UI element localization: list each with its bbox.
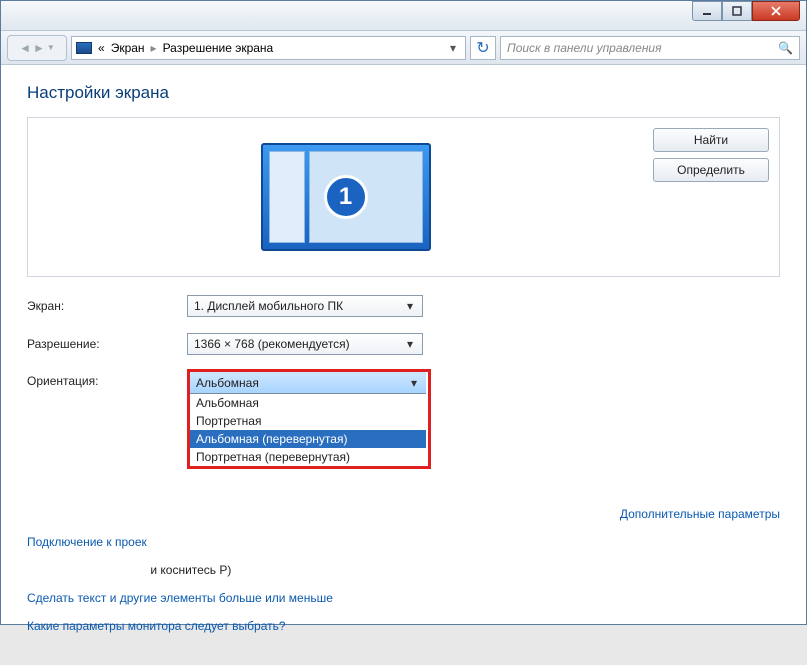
- row-orientation: Ориентация: Альбомная ▾ Альбомная Портре…: [27, 371, 780, 491]
- advanced-settings-link[interactable]: Дополнительные параметры: [620, 507, 780, 521]
- search-input[interactable]: Поиск в панели управления 🔍: [500, 36, 800, 60]
- textsize-link[interactable]: Сделать текст и другие элементы больше и…: [27, 591, 780, 605]
- breadcrumb-root[interactable]: Экран: [111, 41, 145, 55]
- panel-buttons: Найти Определить: [653, 128, 769, 182]
- breadcrumb-current[interactable]: Разрешение экрана: [163, 41, 274, 55]
- row-screen: Экран: 1. Дисплей мобильного ПК ▾: [27, 295, 780, 317]
- resolution-label: Разрешение:: [27, 337, 187, 351]
- row-resolution: Разрешение: 1366 × 768 (рекомендуется) ▾: [27, 333, 780, 355]
- address-dropdown-icon[interactable]: ▾: [445, 41, 461, 55]
- screen-label: Экран:: [27, 299, 187, 313]
- find-button[interactable]: Найти: [653, 128, 769, 152]
- search-icon: 🔍: [778, 41, 793, 55]
- which-settings-link[interactable]: Какие параметры монитора следует выбрать…: [27, 619, 780, 633]
- minimize-button[interactable]: [692, 1, 722, 21]
- monitor-number-badge: 1: [324, 175, 368, 219]
- orientation-dropdown: Альбомная Портретная Альбомная (переверн…: [190, 394, 426, 466]
- highlight-annotation: Альбомная ▾ Альбомная Портретная Альбомн…: [187, 369, 431, 469]
- history-dropdown-icon: ▼: [47, 43, 55, 52]
- maximize-icon: [732, 6, 742, 16]
- title-bar: [1, 1, 806, 31]
- nav-back-forward[interactable]: ◄ ► ▼: [7, 35, 67, 61]
- identify-button[interactable]: Определить: [653, 158, 769, 182]
- monitor-pane-left: [269, 151, 305, 243]
- orientation-select[interactable]: Альбомная ▾: [190, 372, 426, 394]
- window-frame: ◄ ► ▼ « Экран ▸ Разрешение экрана ▾ ↻ По…: [0, 0, 807, 625]
- monitor-thumbnail: 1: [261, 143, 431, 251]
- close-icon: [771, 6, 781, 16]
- chevron-down-icon: ▾: [406, 375, 422, 391]
- resolution-value: 1366 × 768 (рекомендуется): [194, 337, 350, 351]
- orientation-option[interactable]: Портретная (перевернутая): [190, 448, 426, 466]
- orientation-option[interactable]: Альбомная: [190, 394, 426, 412]
- orientation-option[interactable]: Альбомная (перевернутая): [190, 430, 426, 448]
- close-button[interactable]: [752, 1, 800, 21]
- nav-bar: ◄ ► ▼ « Экран ▸ Разрешение экрана ▾ ↻ По…: [1, 31, 806, 65]
- minimize-icon: [702, 6, 712, 16]
- chevron-down-icon: ▾: [402, 298, 418, 314]
- caption-buttons: [692, 1, 800, 21]
- orientation-label: Ориентация:: [27, 371, 187, 388]
- orientation-option[interactable]: Портретная: [190, 412, 426, 430]
- orientation-value: Альбомная: [196, 376, 259, 390]
- control-panel-icon: [76, 42, 92, 54]
- monitor-preview[interactable]: 1: [38, 128, 653, 266]
- breadcrumb-separator-icon: ▸: [151, 41, 157, 55]
- advanced-link-row: Дополнительные параметры: [27, 507, 780, 521]
- refresh-button[interactable]: ↻: [470, 36, 496, 60]
- breadcrumb-prefix: «: [98, 41, 105, 55]
- projector-link[interactable]: Подключение к проек: [27, 535, 780, 549]
- screen-select[interactable]: 1. Дисплей мобильного ПК ▾: [187, 295, 423, 317]
- search-placeholder: Поиск в панели управления: [507, 41, 662, 55]
- projector-suffix: и коснитесь P): [150, 563, 231, 577]
- refresh-icon: ↻: [476, 38, 489, 58]
- forward-icon: ►: [33, 41, 45, 55]
- back-icon: ◄: [19, 41, 31, 55]
- help-links: Подключение к проек —————————— и косните…: [27, 535, 780, 633]
- maximize-button[interactable]: [722, 1, 752, 21]
- page-title: Настройки экрана: [27, 83, 780, 103]
- resolution-select[interactable]: 1366 × 768 (рекомендуется) ▾: [187, 333, 423, 355]
- address-bar[interactable]: « Экран ▸ Разрешение экрана ▾: [71, 36, 466, 60]
- content-area: Настройки экрана 1 Найти Определить Экра…: [1, 65, 806, 665]
- chevron-down-icon: ▾: [402, 336, 418, 352]
- monitor-panel: 1 Найти Определить: [27, 117, 780, 277]
- screen-value: 1. Дисплей мобильного ПК: [194, 299, 343, 313]
